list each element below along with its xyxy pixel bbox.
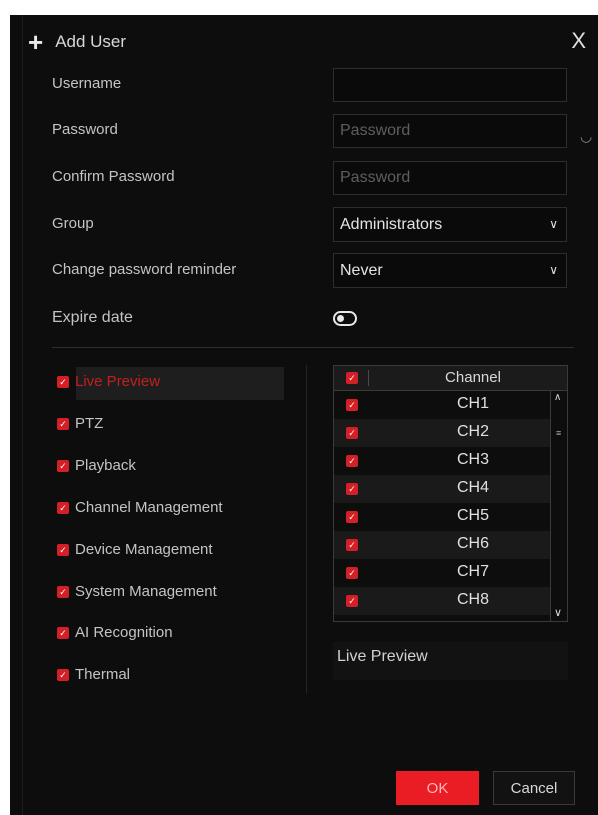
username-input[interactable] (333, 68, 567, 102)
divider (52, 347, 574, 348)
checkbox-checked-icon[interactable]: ✓ (57, 501, 69, 514)
channel-checkbox[interactable]: ✓ (346, 595, 358, 607)
channel-table-header: ✓ Channel (334, 366, 567, 391)
table-row[interactable]: ✓ CH1 (334, 391, 550, 419)
reminder-label: Change password reminder (52, 261, 237, 278)
channel-name: CH6 (456, 535, 489, 552)
channel-checkbox[interactable]: ✓ (346, 455, 358, 467)
channel-name: CH8 (456, 591, 489, 608)
permission-live-preview[interactable]: ✓ Live Preview (57, 373, 160, 390)
group-select-value: Administrators (340, 215, 443, 233)
channel-name: CH3 (456, 451, 489, 468)
permission-system-management[interactable]: ✓ System Management (57, 583, 217, 600)
password-label: Password (52, 121, 118, 138)
channel-checkbox[interactable]: ✓ (346, 539, 358, 551)
checkbox-checked-icon[interactable]: ✓ (57, 417, 69, 430)
permission-label: System Management (75, 583, 217, 600)
dialog-title-bar: + Add User (28, 29, 126, 55)
permission-label: AI Recognition (75, 624, 173, 641)
channel-name: CH2 (456, 423, 489, 440)
permission-ai-recognition[interactable]: ✓ AI Recognition (57, 624, 173, 641)
checkbox-checked-icon[interactable]: ✓ (57, 375, 69, 388)
channel-name: CH7 (456, 563, 489, 580)
chevron-down-icon: ∨ (549, 263, 558, 277)
channel-checkbox[interactable]: ✓ (346, 399, 358, 411)
table-row[interactable]: ✓ CH3 (334, 447, 550, 475)
channel-scrollbar[interactable]: ∧ ≡ ∨ (550, 390, 567, 621)
show-password-icon[interactable]: ◡ (580, 128, 592, 145)
dialog-title: Add User (55, 32, 127, 51)
scroll-up-icon[interactable]: ∧ (554, 392, 561, 403)
table-row[interactable]: ✓ CH2 (334, 419, 550, 447)
permission-ptz[interactable]: ✓ PTZ (57, 415, 103, 432)
add-user-dialog: + Add User X Username Password ◡ Confirm… (10, 15, 598, 815)
cancel-button[interactable]: Cancel (493, 771, 575, 805)
permission-label: Live Preview (75, 373, 161, 390)
reminder-select-value: Never (340, 261, 383, 279)
permission-thermal[interactable]: ✓ Thermal (57, 666, 130, 683)
permission-channel-management[interactable]: ✓ Channel Management (57, 499, 223, 516)
channel-checkbox[interactable]: ✓ (346, 567, 358, 579)
group-select[interactable]: Administrators ∨ (333, 207, 567, 242)
channel-name: CH1 (456, 395, 489, 412)
close-button[interactable]: X (571, 28, 586, 54)
channel-name: CH4 (456, 479, 489, 496)
table-row[interactable]: ✓ CH5 (334, 503, 550, 531)
checkbox-checked-icon[interactable]: ✓ (57, 585, 69, 598)
select-all-checkbox[interactable]: ✓ (346, 372, 358, 384)
permission-label: PTZ (75, 415, 104, 432)
plus-icon: + (28, 27, 44, 57)
channel-checkbox[interactable]: ✓ (346, 511, 358, 523)
checkbox-checked-icon[interactable]: ✓ (57, 626, 69, 639)
chevron-down-icon: ∨ (549, 217, 558, 231)
table-row[interactable]: ✓ CH8 (334, 587, 550, 615)
scroll-down-icon[interactable]: ∨ (554, 606, 562, 619)
checkbox-checked-icon[interactable]: ✓ (57, 668, 69, 681)
channel-table: ✓ Channel ✓ CH1 ✓ CH2 ✓ CH3 ✓ CH4 ✓ CH5 … (333, 365, 568, 622)
divider (306, 365, 307, 693)
expire-date-toggle[interactable] (333, 311, 357, 326)
confirm-password-label: Confirm Password (52, 168, 175, 185)
table-row[interactable]: ✓ CH7 (334, 559, 550, 587)
ok-button[interactable]: OK (396, 771, 479, 805)
channel-checkbox[interactable]: ✓ (346, 483, 358, 495)
confirm-password-input[interactable] (333, 161, 567, 195)
permission-playback[interactable]: ✓ Playback (57, 457, 136, 474)
password-input[interactable] (333, 114, 567, 148)
channel-name: CH5 (456, 507, 489, 524)
table-row[interactable]: ✓ CH4 (334, 475, 550, 503)
expire-date-label: Expire date (52, 309, 133, 326)
username-label: Username (52, 75, 122, 92)
permission-label: Thermal (75, 666, 131, 683)
channel-column-header: Channel (445, 369, 501, 386)
reminder-select[interactable]: Never ∨ (333, 253, 567, 288)
checkbox-checked-icon[interactable]: ✓ (57, 459, 69, 472)
channel-checkbox[interactable]: ✓ (346, 427, 358, 439)
group-label: Group (52, 215, 94, 232)
selected-permission-display: Live Preview (333, 642, 568, 680)
toggle-knob (337, 315, 344, 322)
permission-device-management[interactable]: ✓ Device Management (57, 541, 213, 558)
permission-label: Channel Management (75, 499, 223, 516)
permission-label: Playback (75, 457, 136, 474)
scroll-thumb[interactable]: ≡ (556, 428, 561, 438)
background-panel-edge (10, 15, 23, 815)
permission-label: Device Management (75, 541, 213, 558)
checkbox-checked-icon[interactable]: ✓ (57, 543, 69, 556)
table-row[interactable]: ✓ CH6 (334, 531, 550, 559)
column-separator (368, 370, 369, 386)
